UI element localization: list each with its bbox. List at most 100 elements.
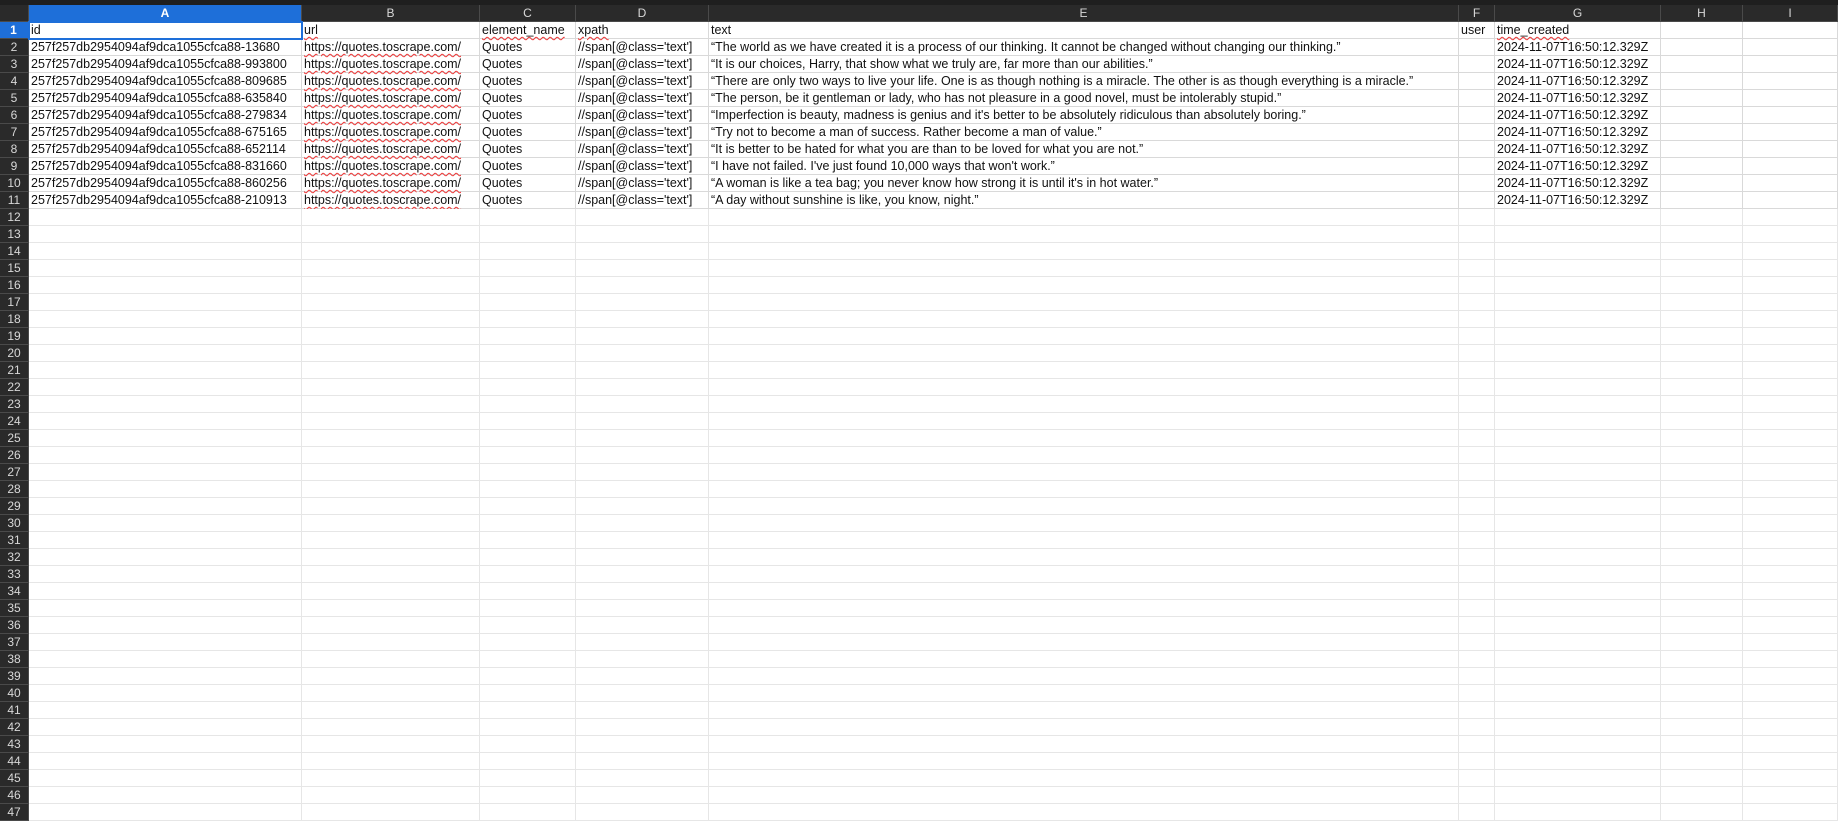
empty-cell-g23[interactable] — [1495, 396, 1661, 413]
cell-d9[interactable]: //span[@class='text'] — [576, 158, 709, 175]
cell-i7[interactable] — [1743, 124, 1838, 141]
empty-cell-b32[interactable] — [302, 549, 480, 566]
empty-cell-h39[interactable] — [1661, 668, 1743, 685]
empty-cell-h18[interactable] — [1661, 311, 1743, 328]
empty-cell-c12[interactable] — [480, 209, 576, 226]
empty-cell-d47[interactable] — [576, 804, 709, 821]
row-header-5[interactable]: 5 — [0, 90, 29, 107]
empty-cell-b38[interactable] — [302, 651, 480, 668]
empty-cell-i26[interactable] — [1743, 447, 1838, 464]
empty-cell-a20[interactable] — [29, 345, 302, 362]
empty-cell-i14[interactable] — [1743, 243, 1838, 260]
cell-d6[interactable]: //span[@class='text'] — [576, 107, 709, 124]
empty-cell-d35[interactable] — [576, 600, 709, 617]
empty-cell-d16[interactable] — [576, 277, 709, 294]
empty-cell-i44[interactable] — [1743, 753, 1838, 770]
empty-cell-d23[interactable] — [576, 396, 709, 413]
cell-i11[interactable] — [1743, 192, 1838, 209]
empty-cell-h46[interactable] — [1661, 787, 1743, 804]
empty-cell-c33[interactable] — [480, 566, 576, 583]
cell-f3[interactable] — [1459, 56, 1495, 73]
empty-cell-g14[interactable] — [1495, 243, 1661, 260]
cell-c2[interactable]: Quotes — [480, 39, 576, 56]
empty-cell-c27[interactable] — [480, 464, 576, 481]
empty-cell-h23[interactable] — [1661, 396, 1743, 413]
empty-cell-h47[interactable] — [1661, 804, 1743, 821]
empty-cell-b18[interactable] — [302, 311, 480, 328]
cell-a5[interactable]: 257f257db2954094af9dca1055cfca88-635840 — [29, 90, 302, 107]
empty-cell-g18[interactable] — [1495, 311, 1661, 328]
empty-cell-i27[interactable] — [1743, 464, 1838, 481]
empty-cell-f39[interactable] — [1459, 668, 1495, 685]
empty-cell-a14[interactable] — [29, 243, 302, 260]
empty-cell-i23[interactable] — [1743, 396, 1838, 413]
empty-cell-f47[interactable] — [1459, 804, 1495, 821]
empty-cell-b25[interactable] — [302, 430, 480, 447]
empty-cell-c42[interactable] — [480, 719, 576, 736]
empty-cell-g44[interactable] — [1495, 753, 1661, 770]
cell-e8[interactable]: “It is better to be hated for what you a… — [709, 141, 1459, 158]
empty-cell-g42[interactable] — [1495, 719, 1661, 736]
empty-cell-i13[interactable] — [1743, 226, 1838, 243]
empty-cell-f45[interactable] — [1459, 770, 1495, 787]
row-header-42[interactable]: 42 — [0, 719, 29, 736]
cell-c7[interactable]: Quotes — [480, 124, 576, 141]
row-header-17[interactable]: 17 — [0, 294, 29, 311]
empty-cell-d28[interactable] — [576, 481, 709, 498]
empty-cell-b42[interactable] — [302, 719, 480, 736]
empty-cell-i28[interactable] — [1743, 481, 1838, 498]
empty-cell-a42[interactable] — [29, 719, 302, 736]
row-header-36[interactable]: 36 — [0, 617, 29, 634]
cell-i9[interactable] — [1743, 158, 1838, 175]
column-header-e[interactable]: E — [709, 5, 1459, 22]
empty-cell-g46[interactable] — [1495, 787, 1661, 804]
empty-cell-f19[interactable] — [1459, 328, 1495, 345]
empty-cell-h26[interactable] — [1661, 447, 1743, 464]
empty-cell-b26[interactable] — [302, 447, 480, 464]
cell-f4[interactable] — [1459, 73, 1495, 90]
cell-f8[interactable] — [1459, 141, 1495, 158]
empty-cell-g29[interactable] — [1495, 498, 1661, 515]
empty-cell-h35[interactable] — [1661, 600, 1743, 617]
empty-cell-d12[interactable] — [576, 209, 709, 226]
empty-cell-e28[interactable] — [709, 481, 1459, 498]
empty-cell-e22[interactable] — [709, 379, 1459, 396]
cell-e9[interactable]: “I have not failed. I've just found 10,0… — [709, 158, 1459, 175]
empty-cell-f36[interactable] — [1459, 617, 1495, 634]
header-cell-c[interactable]: element_name — [480, 22, 576, 39]
empty-cell-g47[interactable] — [1495, 804, 1661, 821]
cell-g5[interactable]: 2024-11-07T16:50:12.329Z — [1495, 90, 1661, 107]
empty-cell-i43[interactable] — [1743, 736, 1838, 753]
row-header-22[interactable]: 22 — [0, 379, 29, 396]
empty-cell-c37[interactable] — [480, 634, 576, 651]
empty-cell-b28[interactable] — [302, 481, 480, 498]
row-header-15[interactable]: 15 — [0, 260, 29, 277]
empty-cell-e33[interactable] — [709, 566, 1459, 583]
cell-e4[interactable]: “There are only two ways to live your li… — [709, 73, 1459, 90]
empty-cell-d29[interactable] — [576, 498, 709, 515]
empty-cell-a43[interactable] — [29, 736, 302, 753]
row-header-1[interactable]: 1 — [0, 22, 29, 39]
empty-cell-e14[interactable] — [709, 243, 1459, 260]
empty-cell-h19[interactable] — [1661, 328, 1743, 345]
empty-cell-b19[interactable] — [302, 328, 480, 345]
cell-e5[interactable]: “The person, be it gentleman or lady, wh… — [709, 90, 1459, 107]
empty-cell-e40[interactable] — [709, 685, 1459, 702]
cell-h5[interactable] — [1661, 90, 1743, 107]
empty-cell-d22[interactable] — [576, 379, 709, 396]
empty-cell-e29[interactable] — [709, 498, 1459, 515]
empty-cell-f33[interactable] — [1459, 566, 1495, 583]
empty-cell-h45[interactable] — [1661, 770, 1743, 787]
empty-cell-i45[interactable] — [1743, 770, 1838, 787]
cell-g4[interactable]: 2024-11-07T16:50:12.329Z — [1495, 73, 1661, 90]
cell-b2[interactable]: https://quotes.toscrape.com/ — [302, 39, 480, 56]
header-cell-h[interactable] — [1661, 22, 1743, 39]
empty-cell-c35[interactable] — [480, 600, 576, 617]
empty-cell-i42[interactable] — [1743, 719, 1838, 736]
empty-cell-b13[interactable] — [302, 226, 480, 243]
cell-g3[interactable]: 2024-11-07T16:50:12.329Z — [1495, 56, 1661, 73]
header-cell-f[interactable]: user — [1459, 22, 1495, 39]
empty-cell-a44[interactable] — [29, 753, 302, 770]
empty-cell-d14[interactable] — [576, 243, 709, 260]
empty-cell-c13[interactable] — [480, 226, 576, 243]
